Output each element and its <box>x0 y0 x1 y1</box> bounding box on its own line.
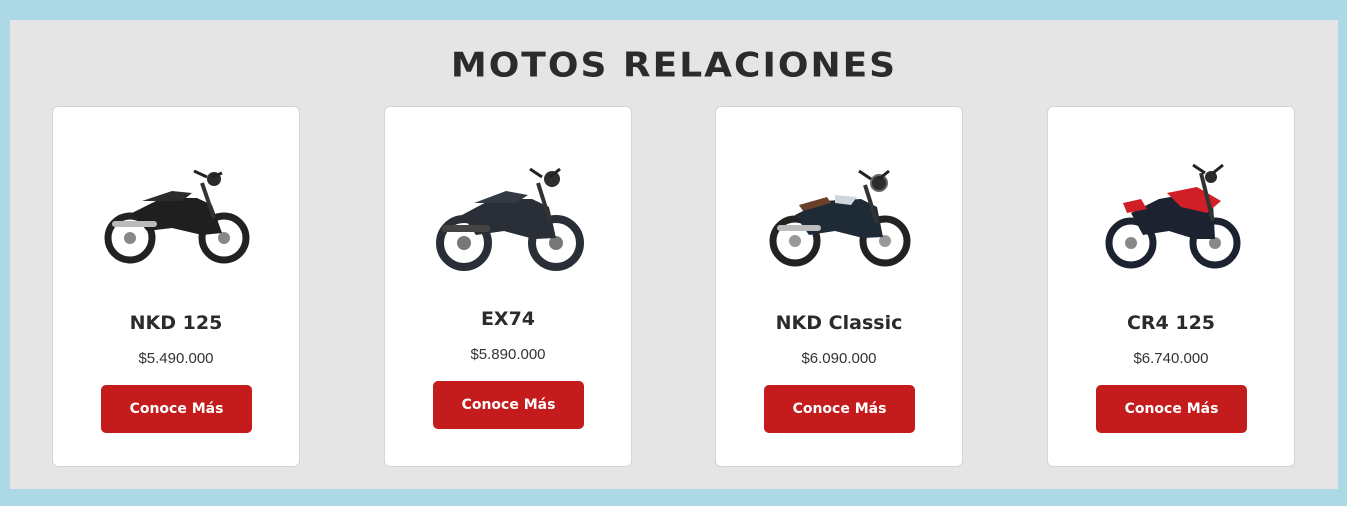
product-name: EX74 <box>480 308 536 330</box>
related-motos-section: MOTOS RELACIONES NKD 125 $5.490.000 Cono… <box>10 20 1338 489</box>
section-title: MOTOS RELACIONES <box>450 46 898 85</box>
product-name: NKD 125 <box>129 312 223 334</box>
product-card-nkd-125: NKD 125 $5.490.000 Conoce Más <box>52 106 300 467</box>
motorcycle-icon <box>104 169 250 264</box>
product-price: $6.740.000 <box>1133 350 1209 367</box>
product-price: $6.090.000 <box>801 350 877 367</box>
conoce-mas-button[interactable]: Conoce Más <box>764 385 915 433</box>
conoce-mas-button[interactable]: Conoce Más <box>433 381 584 429</box>
motorcycle-icon <box>436 167 584 271</box>
conoce-mas-button[interactable]: Conoce Más <box>1096 385 1247 433</box>
product-name: CR4 125 <box>1126 312 1216 334</box>
product-price: $5.890.000 <box>470 346 546 363</box>
product-card-ex74: EX74 $5.890.000 Conoce Más <box>384 106 632 467</box>
product-card-cr4-125: CR4 125 $6.740.000 Conoce Más <box>1047 106 1295 467</box>
conoce-mas-button[interactable]: Conoce Más <box>101 385 252 433</box>
product-price: $5.490.000 <box>138 350 214 367</box>
motorcycle-icon <box>769 169 911 267</box>
product-card-nkd-classic: NKD Classic $6.090.000 Conoce Más <box>715 106 963 467</box>
motorcycle-icon <box>1105 163 1241 269</box>
product-name: NKD Classic <box>775 312 903 334</box>
